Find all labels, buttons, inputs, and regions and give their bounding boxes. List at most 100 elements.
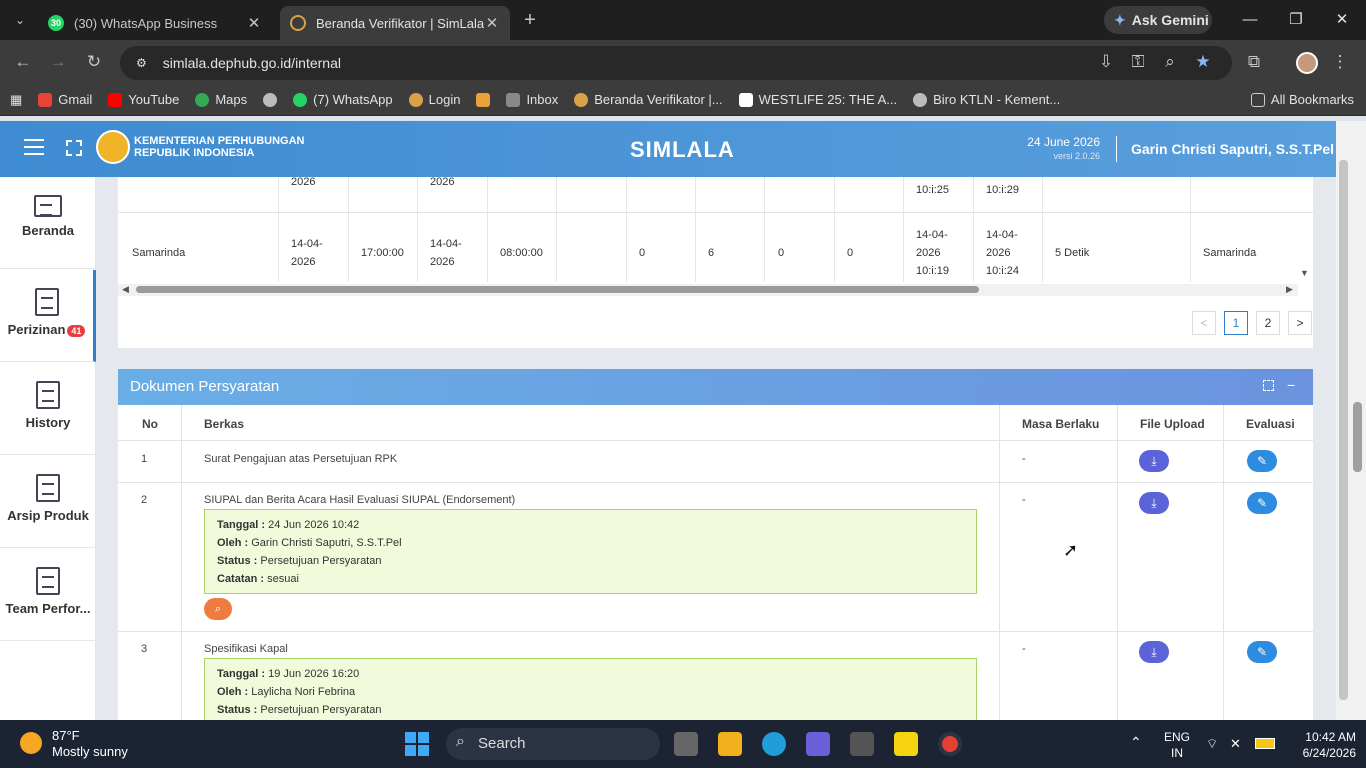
- note-label: Status :: [217, 555, 258, 567]
- bookmark-beranda-verifikator[interactable]: Beranda Verifikator |...: [574, 92, 723, 107]
- evaluate-button[interactable]: ✎: [1247, 450, 1277, 472]
- bookmark-biro-ktln[interactable]: Biro KTLN - Kement...: [913, 92, 1060, 107]
- hamburger-menu-icon[interactable]: [24, 139, 44, 155]
- install-app-icon[interactable]: ⇩: [1096, 52, 1116, 72]
- note-label: Tanggal :: [217, 519, 266, 531]
- forward-arrow-icon[interactable]: →: [48, 52, 68, 72]
- download-icon: ⤓: [1151, 454, 1157, 468]
- horizontal-scroll-thumb[interactable]: [136, 286, 979, 293]
- task-view-icon[interactable]: [674, 732, 698, 756]
- bookmark-globe[interactable]: [263, 92, 278, 107]
- app-icon[interactable]: [806, 732, 830, 756]
- camera-icon[interactable]: [850, 732, 874, 756]
- fullscreen-icon[interactable]: [66, 140, 82, 156]
- bookmark-star-icon[interactable]: ★: [1193, 52, 1213, 72]
- extensions-icon[interactable]: ⧉: [1244, 52, 1264, 72]
- download-button[interactable]: ⤓: [1139, 450, 1169, 472]
- bookmark-youtube[interactable]: YouTube: [108, 92, 179, 107]
- weather-widget[interactable]: 87°F Mostly sunny: [52, 728, 128, 760]
- ask-gemini-button[interactable]: ✦ Ask Gemini: [1104, 6, 1212, 34]
- pagination-page-1[interactable]: 1: [1224, 311, 1248, 335]
- globe-icon: [913, 92, 928, 107]
- bookmark-login[interactable]: Login: [408, 92, 461, 107]
- evaluate-button[interactable]: ✎: [1247, 641, 1277, 663]
- new-tab-plus-icon[interactable]: +: [520, 8, 540, 32]
- table-cell-number: 6: [708, 247, 715, 259]
- evaluation-note: Tanggal : 19 Jun 2026 16:20 Oleh : Layli…: [204, 658, 977, 720]
- tab-whatsapp-business[interactable]: 30 (30) WhatsApp Business ✕: [38, 6, 272, 40]
- evaluate-button[interactable]: ✎: [1247, 492, 1277, 514]
- menu-kebab-icon[interactable]: ⋮: [1330, 52, 1350, 72]
- minimize-window-icon[interactable]: —: [1238, 8, 1262, 32]
- scroll-right-arrow-icon[interactable]: ▶: [1286, 284, 1293, 295]
- sidebar-item-arsip-produk[interactable]: Arsip Produk: [0, 456, 96, 548]
- table-cell-timestamp: 14-04-2026 10:i:19: [916, 229, 950, 277]
- taskbar-clock[interactable]: 10:42 AM 6/24/2026: [1290, 729, 1356, 761]
- bookmark-inbox[interactable]: Inbox: [506, 92, 558, 107]
- page-scroll-thumb[interactable]: [1353, 402, 1362, 472]
- input-language[interactable]: ENG IN: [1162, 729, 1192, 761]
- bookmark-label: Login: [428, 92, 461, 107]
- tab-search-chevron-icon[interactable]: ⌄: [10, 10, 30, 30]
- inner-scroll-thumb[interactable]: [1339, 160, 1348, 700]
- profile-avatar[interactable]: [1296, 52, 1318, 74]
- edge-browser-icon[interactable]: [762, 732, 786, 756]
- speaker-muted-icon[interactable]: ✕: [1230, 736, 1241, 752]
- monitor-icon: [34, 195, 62, 217]
- pagination-prev[interactable]: <: [1192, 311, 1216, 335]
- wifi-icon[interactable]: ⌔: [1206, 736, 1218, 752]
- all-bookmarks-button[interactable]: All Bookmarks: [1250, 92, 1354, 107]
- table-cell-date: 14-04-2026: [430, 238, 462, 268]
- scroll-down-arrow-icon[interactable]: ▼: [1300, 268, 1309, 278]
- tab-simlala[interactable]: Beranda Verifikator | SimLala ✕: [280, 6, 510, 40]
- tray-overflow-chevron-icon[interactable]: ⌃: [1130, 734, 1142, 751]
- history-search-button[interactable]: ⌕: [204, 598, 232, 620]
- chrome-icon[interactable]: [938, 732, 962, 756]
- bookmark-pinwheel[interactable]: [476, 92, 491, 107]
- download-button[interactable]: ⤓: [1139, 641, 1169, 663]
- windows-start-icon[interactable]: [405, 732, 429, 756]
- user-name[interactable]: Garin Christi Saputri, S.S.T.Pel: [1131, 141, 1334, 157]
- note-status: Persetujuan Persyaratan: [260, 704, 382, 716]
- password-key-icon[interactable]: ⚿: [1128, 52, 1148, 72]
- site-info-icon[interactable]: ⚙: [136, 56, 147, 70]
- reload-icon[interactable]: ↻: [84, 52, 104, 72]
- back-arrow-icon[interactable]: ←: [13, 52, 33, 72]
- document-icon: [36, 381, 60, 409]
- bookmark-gmail[interactable]: Gmail: [38, 92, 92, 107]
- sidebar-item-history[interactable]: History: [0, 363, 96, 455]
- download-button[interactable]: ⤓: [1139, 492, 1169, 514]
- file-explorer-icon[interactable]: [718, 732, 742, 756]
- sidebar-item-team-performance[interactable]: Team Perfor...: [0, 549, 96, 641]
- pagination-next[interactable]: >: [1288, 311, 1312, 335]
- sidebar-item-perizinan[interactable]: Perizinan 41: [0, 270, 96, 362]
- panel-collapse-icon[interactable]: −: [1287, 377, 1295, 393]
- col-divider: [556, 177, 557, 282]
- bookmark-label: WESTLIFE 25: THE A...: [758, 92, 898, 107]
- sunny-weather-icon[interactable]: [20, 732, 42, 754]
- panel-expand-icon[interactable]: [1263, 380, 1274, 391]
- table-cell-duration: 5 Detik: [1055, 247, 1090, 259]
- language-code: ENG: [1163, 730, 1190, 744]
- gemini-sparkle-icon: ✦: [1114, 11, 1126, 28]
- zoom-icon[interactable]: ⌕: [1160, 52, 1180, 72]
- col-header-file-upload: File Upload: [1140, 417, 1205, 431]
- address-bar[interactable]: ⚙ simlala.dephub.go.id/internal: [120, 46, 1232, 80]
- download-icon: ⤓: [1151, 645, 1157, 659]
- sidebar-item-label: Beranda: [21, 223, 75, 238]
- close-tab-icon[interactable]: ✕: [246, 14, 262, 32]
- scroll-left-arrow-icon[interactable]: ◀: [122, 284, 129, 295]
- apps-grid-icon[interactable]: ▦: [10, 92, 22, 108]
- close-window-icon[interactable]: ✕: [1330, 8, 1354, 32]
- close-tab-icon[interactable]: ✕: [484, 14, 500, 32]
- restore-window-icon[interactable]: ❐: [1284, 8, 1308, 32]
- bookmark-westlife[interactable]: WESTLIFE 25: THE A...: [738, 92, 898, 107]
- sidebar-item-beranda[interactable]: Beranda: [0, 177, 96, 269]
- bookmark-whatsapp[interactable]: (7) WhatsApp: [293, 92, 393, 107]
- bookmark-maps[interactable]: Maps: [195, 92, 247, 107]
- taskbar-search-box[interactable]: ⌕ Search: [446, 728, 660, 760]
- bookmarks-bar: ▦ Gmail YouTube Maps (7) WhatsApp Login …: [0, 84, 1366, 116]
- pagination-page-2[interactable]: 2: [1256, 311, 1280, 335]
- battery-icon[interactable]: [1255, 738, 1275, 749]
- sticky-notes-icon[interactable]: [894, 732, 918, 756]
